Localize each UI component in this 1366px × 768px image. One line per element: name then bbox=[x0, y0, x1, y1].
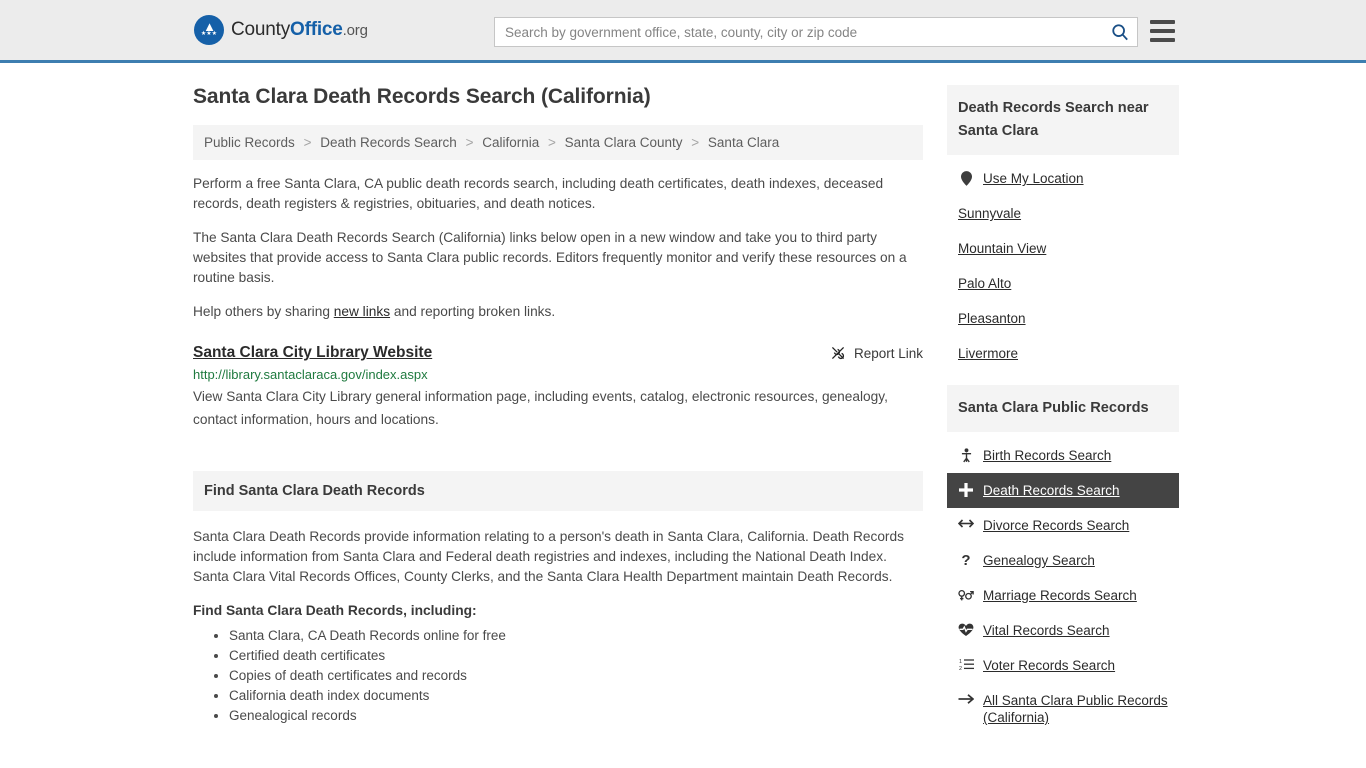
hamburger-bar bbox=[1150, 38, 1175, 42]
breadcrumb-separator: > bbox=[465, 135, 474, 150]
logo-text-org: .org bbox=[342, 22, 368, 39]
sidebar-item-label[interactable]: Vital Records Search bbox=[983, 622, 1110, 639]
site-header: ▲ ★★★ CountyOffice.org bbox=[0, 0, 1366, 63]
breadcrumb-item-death-records-search[interactable]: Death Records Search bbox=[320, 135, 457, 150]
sidebar-item-palo-alto[interactable]: Palo Alto bbox=[947, 266, 1179, 301]
ordered-list-icon: 1 2 bbox=[958, 657, 974, 671]
breadcrumb: Public Records > Death Records Search > … bbox=[193, 125, 923, 160]
sidebar-item-marriage-records-search[interactable]: Marriage Records Search bbox=[947, 578, 1179, 613]
map-pin-icon bbox=[958, 170, 974, 186]
sidebar-item-genealogy-search[interactable]: ? Genealogy Search bbox=[947, 543, 1179, 578]
search-button[interactable] bbox=[1103, 18, 1137, 46]
result-link-url: http://library.santaclaraca.gov/index.as… bbox=[193, 367, 428, 382]
nearby-search-list: Use My Location Sunnyvale Mountain View … bbox=[947, 155, 1179, 371]
sidebar-item-death-records-search[interactable]: Death Records Search bbox=[947, 473, 1179, 508]
find-records-bullet-list: Santa Clara, CA Death Records online for… bbox=[193, 626, 923, 726]
sidebar-item-label[interactable]: Genealogy Search bbox=[983, 552, 1095, 569]
broken-link-icon bbox=[831, 346, 845, 360]
sidebar-item-label[interactable]: Marriage Records Search bbox=[983, 587, 1137, 604]
find-records-paragraph: Santa Clara Death Records provide inform… bbox=[193, 529, 904, 584]
breadcrumb-separator: > bbox=[548, 135, 556, 150]
svg-text:1: 1 bbox=[959, 659, 962, 665]
result-link-block: Santa Clara City Library Website Report … bbox=[193, 344, 923, 431]
intro-paragraph-1: Perform a free Santa Clara, CA public de… bbox=[193, 176, 884, 211]
sidebar-item-voter-records-search[interactable]: 1 2 Voter Records Search bbox=[947, 648, 1179, 683]
logo-wordmark: CountyOffice.org bbox=[231, 19, 368, 41]
find-records-section-body: Santa Clara Death Records provide inform… bbox=[193, 511, 923, 726]
sidebar-item-label[interactable]: Livermore bbox=[958, 345, 1018, 362]
svg-text:2: 2 bbox=[959, 666, 962, 671]
search-icon bbox=[1112, 24, 1128, 41]
male-female-icon bbox=[958, 587, 974, 602]
sidebar-item-label[interactable]: Pleasanton bbox=[958, 310, 1026, 327]
sidebar: Death Records Search near Santa Clara Us… bbox=[947, 85, 1179, 749]
public-records-title: Santa Clara Public Records bbox=[947, 385, 1179, 432]
sidebar-item-label[interactable]: Palo Alto bbox=[958, 275, 1011, 292]
list-item: Certified death certificates bbox=[229, 646, 923, 666]
public-records-list: Birth Records Search Death Records Searc… bbox=[947, 432, 1179, 735]
list-item: Genealogical records bbox=[229, 706, 923, 726]
intro-paragraph-3: Help others by sharing new links and rep… bbox=[193, 302, 923, 322]
sidebar-item-label[interactable]: Death Records Search bbox=[983, 482, 1120, 499]
breadcrumb-item-public-records[interactable]: Public Records bbox=[204, 135, 295, 150]
list-item: Santa Clara, CA Death Records online for… bbox=[229, 626, 923, 646]
breadcrumb-item-california[interactable]: California bbox=[482, 135, 539, 150]
hamburger-bar bbox=[1150, 29, 1175, 33]
search-input[interactable] bbox=[495, 18, 1103, 46]
intro-paragraph-2: The Santa Clara Death Records Search (Ca… bbox=[193, 230, 907, 285]
result-link-description: View Santa Clara City Library general in… bbox=[193, 389, 888, 427]
share-text-before: Help others by sharing bbox=[193, 304, 334, 319]
logo-text-office: Office bbox=[290, 19, 343, 40]
public-records-panel: Santa Clara Public Records Birth Records… bbox=[947, 385, 1179, 735]
list-item: California death index documents bbox=[229, 686, 923, 706]
report-link-button[interactable]: Report Link bbox=[830, 344, 923, 361]
new-links-link[interactable]: new links bbox=[334, 304, 390, 319]
eagle-seal-icon: ▲ ★★★ bbox=[194, 15, 224, 45]
sidebar-item-label[interactable]: Divorce Records Search bbox=[983, 517, 1129, 534]
search-bar[interactable] bbox=[494, 17, 1138, 47]
sidebar-item-livermore[interactable]: Livermore bbox=[947, 336, 1179, 371]
sidebar-item-sunnyvale[interactable]: Sunnyvale bbox=[947, 196, 1179, 231]
nearby-search-panel: Death Records Search near Santa Clara Us… bbox=[947, 85, 1179, 371]
left-right-arrow-icon bbox=[958, 517, 974, 529]
question-mark-icon: ? bbox=[961, 552, 971, 569]
page-body: Santa Clara Death Records Search (Califo… bbox=[0, 63, 1366, 749]
sidebar-item-label[interactable]: All Santa Clara Public Records (Californ… bbox=[983, 692, 1168, 726]
main-content: Santa Clara Death Records Search (Califo… bbox=[193, 85, 923, 749]
page-title: Santa Clara Death Records Search (Califo… bbox=[193, 85, 651, 108]
baby-icon bbox=[958, 447, 974, 463]
find-records-subheading: Find Santa Clara Death Records, includin… bbox=[193, 603, 477, 618]
sidebar-item-vital-records-search[interactable]: Vital Records Search bbox=[947, 613, 1179, 648]
arrow-right-icon bbox=[958, 692, 974, 705]
share-text-after: and reporting broken links. bbox=[390, 304, 556, 319]
list-item: Copies of death certificates and records bbox=[229, 666, 923, 686]
breadcrumb-separator: > bbox=[303, 135, 312, 150]
sidebar-item-use-my-location[interactable]: Use My Location bbox=[947, 161, 1179, 196]
hamburger-bar bbox=[1150, 20, 1175, 24]
sidebar-item-label[interactable]: Birth Records Search bbox=[983, 447, 1111, 464]
hamburger-menu-icon[interactable] bbox=[1150, 20, 1175, 42]
sidebar-item-label[interactable]: Mountain View bbox=[958, 240, 1046, 257]
logo-text-county: County bbox=[231, 19, 291, 40]
sidebar-item-label[interactable]: Sunnyvale bbox=[958, 205, 1021, 222]
breadcrumb-separator: > bbox=[691, 135, 700, 150]
sidebar-item-label[interactable]: Use My Location bbox=[983, 170, 1084, 187]
plus-cross-icon bbox=[958, 482, 974, 497]
site-logo[interactable]: ▲ ★★★ CountyOffice.org bbox=[194, 15, 368, 45]
find-records-section-heading: Find Santa Clara Death Records bbox=[193, 471, 923, 511]
sidebar-item-birth-records-search[interactable]: Birth Records Search bbox=[947, 438, 1179, 473]
report-link-label: Report Link bbox=[853, 345, 923, 361]
sidebar-item-mountain-view[interactable]: Mountain View bbox=[947, 231, 1179, 266]
sidebar-item-all-public-records[interactable]: All Santa Clara Public Records (Californ… bbox=[947, 683, 1179, 735]
breadcrumb-item-santa-clara[interactable]: Santa Clara bbox=[708, 135, 779, 150]
sidebar-item-divorce-records-search[interactable]: Divorce Records Search bbox=[947, 508, 1179, 543]
heartbeat-icon bbox=[958, 622, 974, 637]
breadcrumb-item-santa-clara-county[interactable]: Santa Clara County bbox=[565, 135, 683, 150]
sidebar-item-label[interactable]: Voter Records Search bbox=[983, 657, 1115, 674]
nearby-search-title: Death Records Search near Santa Clara bbox=[947, 85, 1179, 155]
result-link-title[interactable]: Santa Clara City Library Website bbox=[193, 344, 432, 362]
sidebar-item-pleasanton[interactable]: Pleasanton bbox=[947, 301, 1179, 336]
